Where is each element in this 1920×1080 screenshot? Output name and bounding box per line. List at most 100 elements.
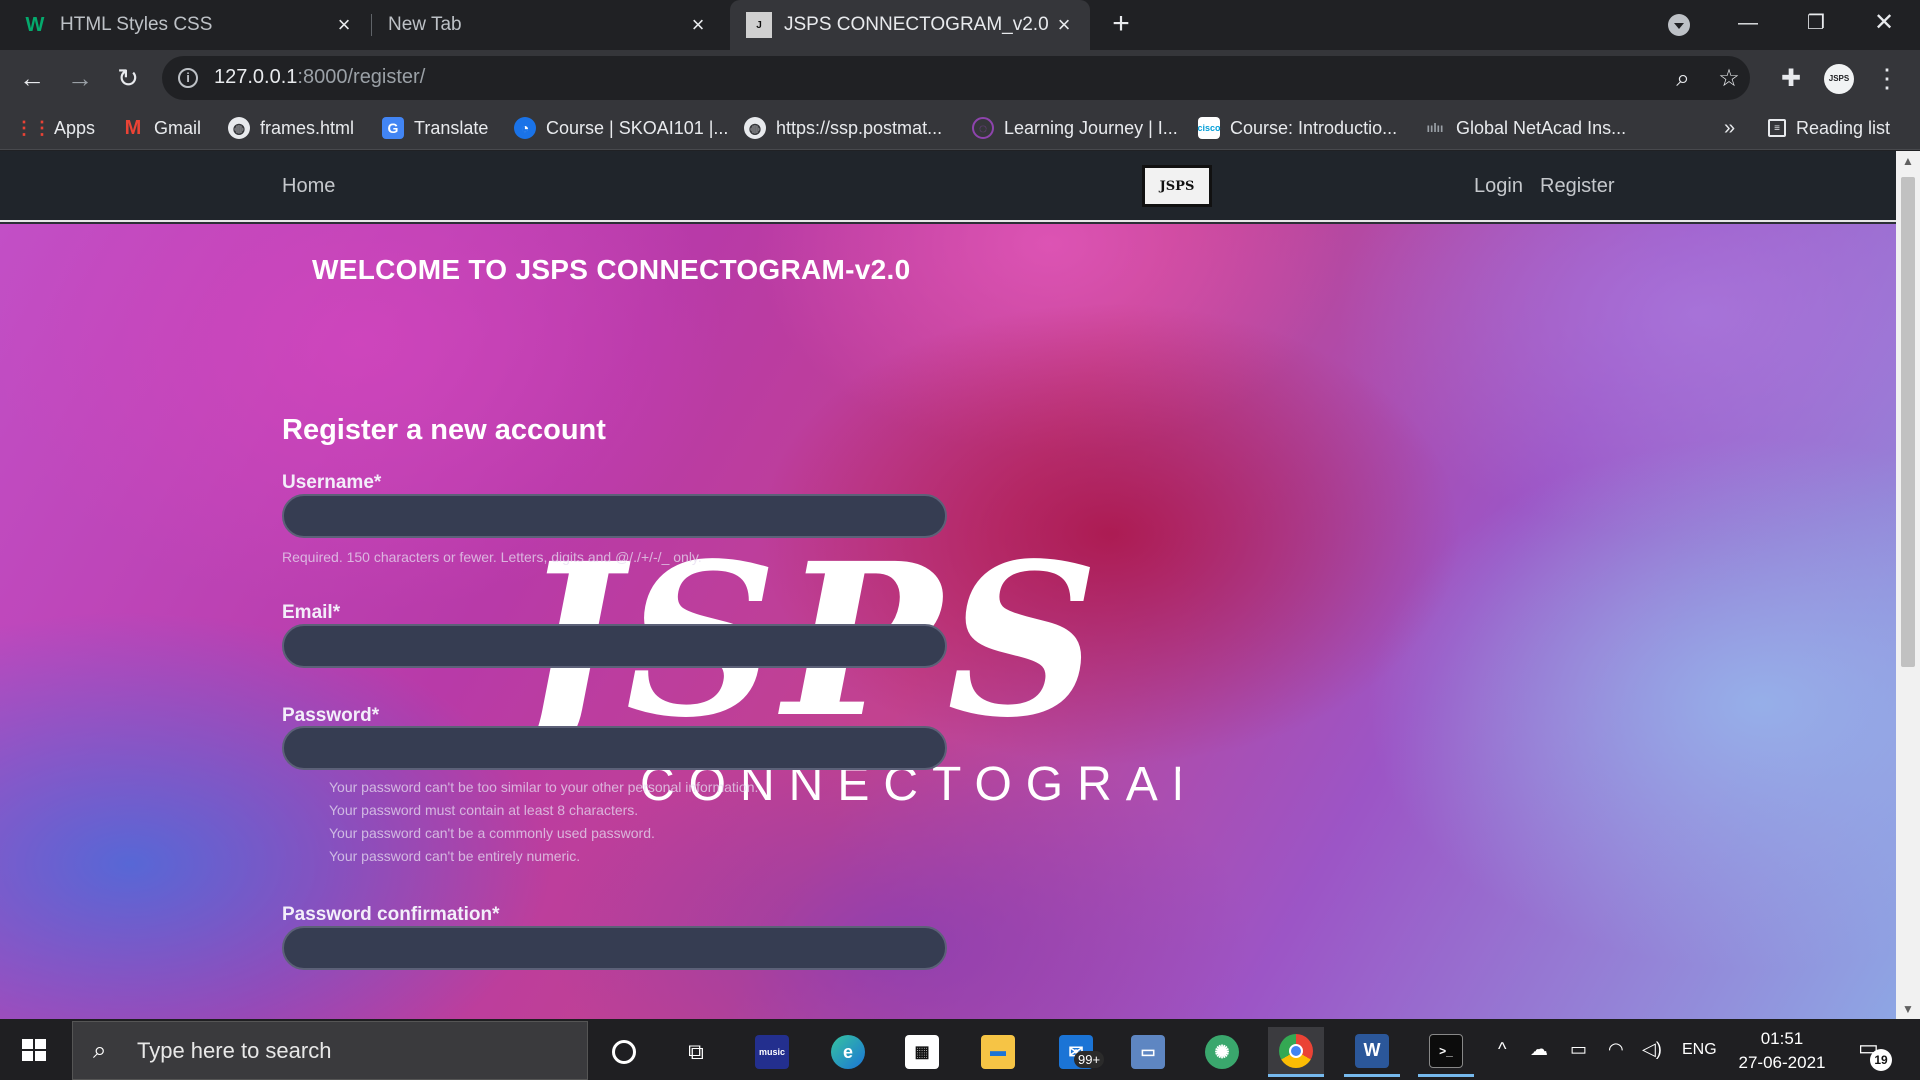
password-help-item: Your password can't be entirely numeric. [329, 848, 581, 864]
mail-icon[interactable]: ✉ 99+ [1048, 1027, 1105, 1077]
cortana-icon[interactable] [596, 1027, 652, 1077]
globe-icon: ◍ [228, 117, 250, 139]
tab-title: New Tab [388, 14, 462, 35]
url-text[interactable]: 127.0.0.1:8000/register/ [214, 66, 425, 89]
mail-badge: 99+ [1074, 1051, 1105, 1068]
nav-login-link[interactable]: Login [1474, 175, 1523, 198]
edge-icon[interactable]: e [820, 1027, 876, 1077]
clock-date: 27-06-2021 [1738, 1053, 1826, 1072]
bookmark-postmat[interactable]: ◍ https://ssp.postmat... [744, 106, 942, 150]
amazon-music-icon[interactable]: music [744, 1027, 800, 1077]
bookmark-frames[interactable]: ◍ frames.html [228, 106, 354, 150]
word-icon[interactable]: W [1344, 1027, 1400, 1077]
terminal-icon[interactable]: >_ [1418, 1027, 1474, 1077]
apps-grid-icon: ⋮⋮ [15, 117, 51, 138]
tab-html-styles[interactable]: W HTML Styles CSS × [22, 0, 370, 50]
password-help-list: Your password can't be too similar to yo… [329, 776, 758, 868]
bookmarks-overflow[interactable]: » [1724, 106, 1735, 150]
bookmark-global-netacad[interactable]: ıılıı Global NetAcad Ins... [1424, 106, 1626, 150]
tab-jsps-connectogram[interactable]: J JSPS CONNECTOGRAM_v2.0 × [730, 0, 1090, 50]
site-favicon: J [746, 12, 772, 38]
site-navbar: Home JSPS Login Register [0, 151, 1896, 222]
close-icon[interactable]: × [332, 13, 356, 37]
file-explorer-icon[interactable]: ▬ [970, 1027, 1026, 1077]
task-view-icon[interactable]: ⧉ [668, 1027, 724, 1077]
tab-strip: W HTML Styles CSS × New Tab × J JSPS CON… [0, 0, 1920, 50]
forward-icon[interactable]: → [64, 62, 96, 94]
window-close-icon[interactable]: ✕ [1864, 8, 1904, 38]
scroll-down-arrow[interactable]: ▼ [1896, 999, 1920, 1019]
tab-search-icon[interactable] [1668, 14, 1690, 36]
windows-start-icon[interactable] [14, 1033, 54, 1065]
tab-title: HTML Styles CSS [60, 14, 213, 35]
bookmark-star-icon[interactable]: ☆ [1716, 66, 1742, 92]
site-info-icon[interactable]: i [178, 68, 198, 88]
learning-icon: ◌ [972, 117, 994, 139]
site-logo[interactable]: JSPS [1142, 165, 1212, 207]
close-icon[interactable]: × [686, 13, 710, 37]
reading-list[interactable]: ≡ Reading list [1768, 106, 1890, 150]
profile-avatar[interactable]: JSPS [1824, 64, 1854, 94]
extensions-icon[interactable]: ✚ [1778, 66, 1804, 92]
taskbar-search-placeholder: Type here to search [137, 1037, 332, 1063]
hero-background: JSPS CONNECTOGRAM WELCOME TO JSPS CONNEC… [0, 224, 1896, 1019]
scroll-thumb[interactable] [1901, 177, 1915, 667]
onedrive-icon[interactable]: ☁ [1530, 1039, 1548, 1060]
reading-list-icon: ≡ [1768, 119, 1786, 137]
nav-register-link[interactable]: Register [1540, 175, 1614, 198]
register-form-title: Register a new account [282, 414, 606, 446]
minimize-icon[interactable]: — [1728, 8, 1768, 38]
close-icon[interactable]: × [1052, 13, 1076, 37]
zoom-icon[interactable]: ⌕ [1670, 66, 1696, 92]
bookmark-course-intro[interactable]: cisco Course: Introductio... [1198, 106, 1397, 150]
email-input[interactable] [282, 624, 947, 668]
username-input[interactable] [282, 494, 947, 538]
page-scrollbar[interactable]: ▲ ▼ [1896, 151, 1920, 1019]
w3schools-icon: W [25, 13, 45, 36]
address-bar[interactable]: i 127.0.0.1:8000/register/ ⌕ ☆ [162, 56, 1750, 100]
windows-taskbar: ⌕ Type here to search ⧉ music e ▦ ▬ ✉ 99… [0, 1019, 1920, 1080]
password-label: Password* [282, 705, 380, 726]
chrome-icon[interactable] [1268, 1027, 1324, 1077]
language-indicator[interactable]: ENG [1682, 1041, 1717, 1059]
tab-new-tab[interactable]: New Tab × [376, 0, 724, 50]
page-viewport: Home JSPS Login Register JSPS CONNECTOGR… [0, 151, 1896, 1019]
volume-icon[interactable]: ◁) [1642, 1039, 1662, 1060]
browser-menu-icon[interactable]: ⋮ [1874, 62, 1900, 94]
cisco-icon: cisco [1198, 117, 1221, 139]
bookmark-gmail[interactable]: M Gmail [122, 106, 201, 150]
battery-icon[interactable]: ▭ [1570, 1039, 1587, 1060]
bookmark-course-skoai[interactable]: ◔ Course | SKOAI101 |... [514, 106, 728, 150]
bookmark-learning-journey[interactable]: ◌ Learning Journey | I... [972, 106, 1178, 150]
bookmarks-bar: ⋮⋮ Apps M Gmail ◍ frames.html G Translat… [0, 106, 1920, 150]
tab-title: JSPS CONNECTOGRAM_v2.0 [784, 14, 1049, 35]
password-confirm-label: Password confirmation* [282, 904, 500, 925]
store-icon[interactable]: ▦ [894, 1027, 950, 1077]
username-help-text: Required. 150 characters or fewer. Lette… [282, 549, 702, 565]
browser-toolbar: ← → ↻ i 127.0.0.1:8000/register/ ⌕ ☆ ✚ J… [0, 50, 1920, 106]
atom-app-icon[interactable]: ✺ [1194, 1027, 1250, 1077]
new-tab-button[interactable]: + [1106, 9, 1136, 40]
bookmark-apps[interactable]: ⋮⋮ Apps [15, 106, 95, 150]
scroll-up-arrow[interactable]: ▲ [1896, 151, 1920, 171]
remote-desktop-icon[interactable]: ▭ [1120, 1027, 1176, 1077]
restore-icon[interactable]: ❐ [1796, 8, 1836, 38]
password-help-item: Your password must contain at least 8 ch… [329, 802, 639, 818]
translate-icon: G [382, 117, 404, 139]
tray-overflow-icon[interactable]: ^ [1498, 1039, 1506, 1060]
back-icon[interactable]: ← [16, 62, 48, 94]
taskbar-clock[interactable]: 01:51 27-06-2021 [1732, 1027, 1832, 1075]
taskbar-search-box[interactable]: ⌕ Type here to search [72, 1021, 588, 1080]
password-help-item: Your password can't be a commonly used p… [329, 825, 655, 841]
gmail-icon: M [124, 116, 142, 139]
bookmark-translate[interactable]: G Translate [382, 106, 488, 150]
username-label: Username* [282, 472, 382, 493]
notification-count-badge: 19 [1870, 1049, 1892, 1071]
search-icon: ⌕ [93, 1036, 107, 1064]
wifi-icon[interactable]: ◠ [1608, 1039, 1624, 1060]
password-input[interactable] [282, 726, 947, 770]
password-confirm-input[interactable] [282, 926, 947, 970]
reload-icon[interactable]: ↻ [112, 62, 144, 94]
nav-home-link[interactable]: Home [282, 175, 335, 198]
course-icon: ◔ [514, 117, 536, 139]
